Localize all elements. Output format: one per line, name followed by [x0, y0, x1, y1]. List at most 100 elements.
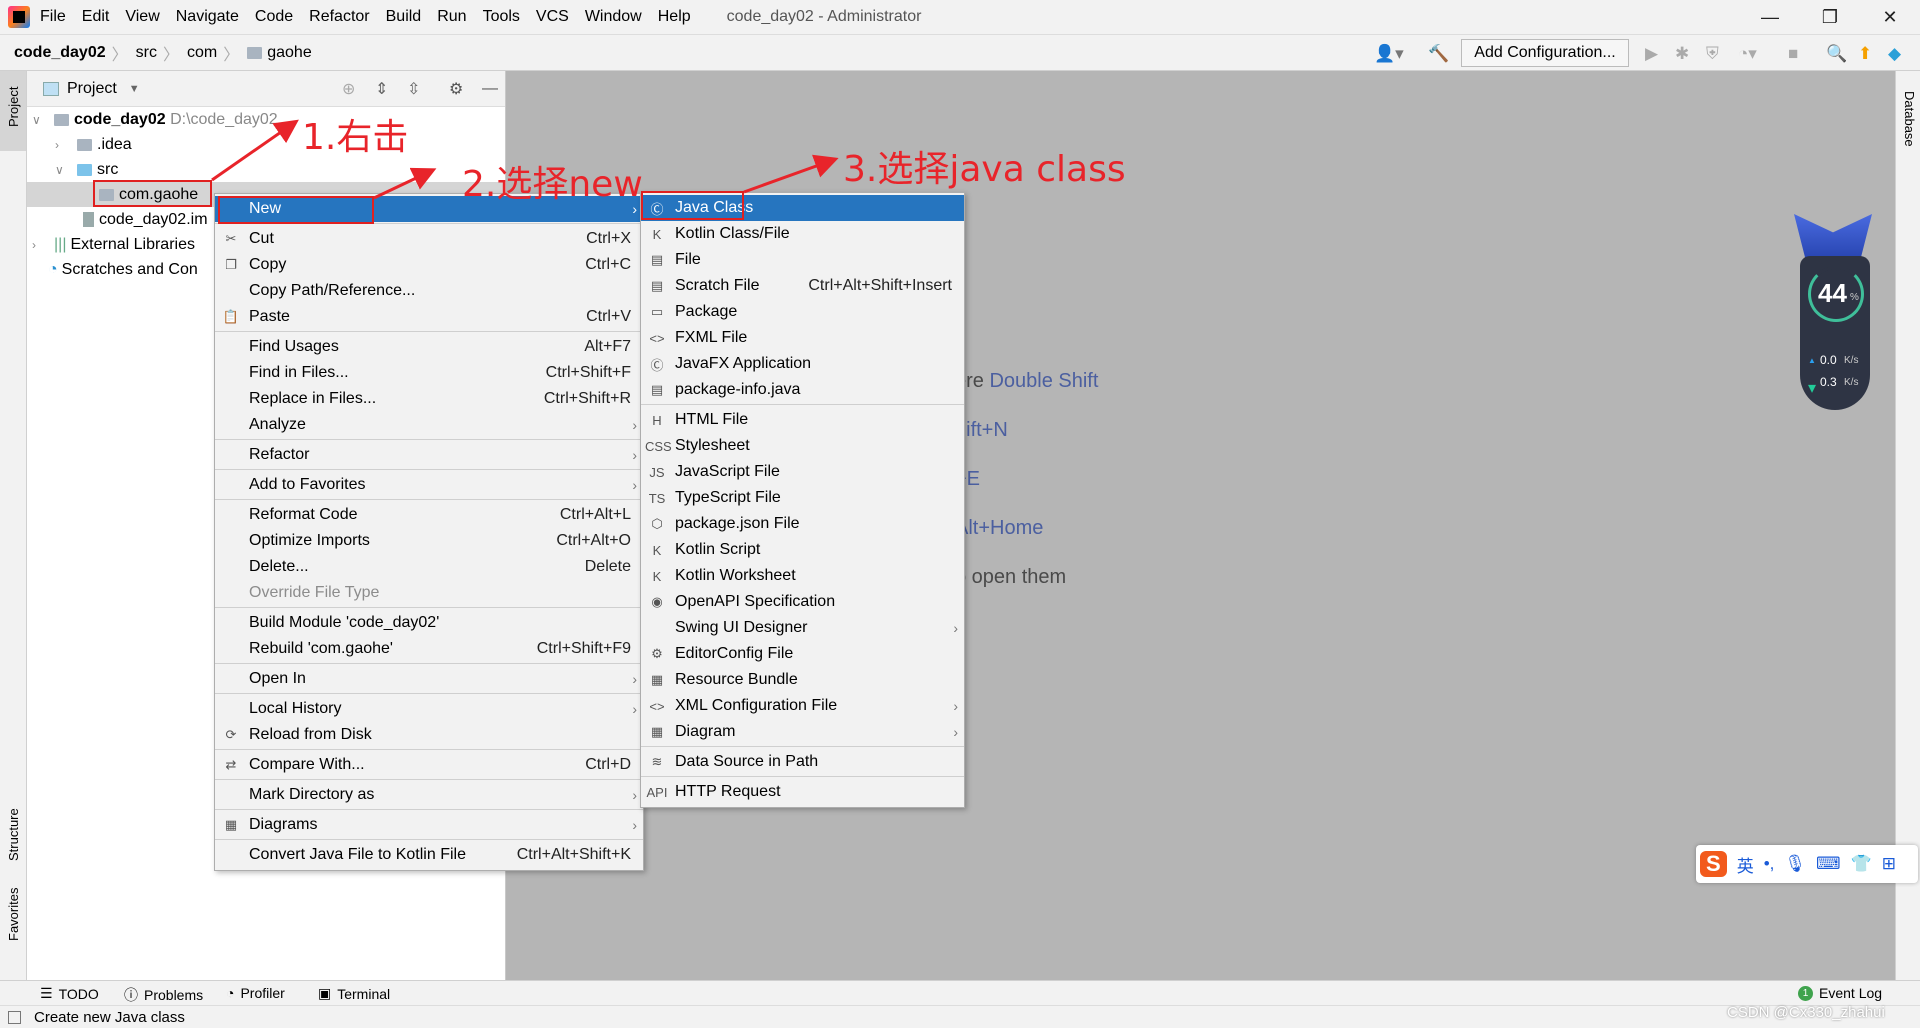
sogou-logo-icon: S [1700, 851, 1727, 877]
chevron-right-icon: › [632, 447, 637, 463]
xml-configuration-file-icon: <> [649, 698, 665, 714]
menu-item-label: Build Module 'code_day02' [249, 614, 440, 631]
menu-item-shortcut: Ctrl+Alt+O [556, 532, 631, 549]
compare-with-icon: ⇄ [225, 757, 237, 772]
menu-item-rebuild-com-gaohe[interactable]: Rebuild 'com.gaohe' Ctrl+Shift+F9 [215, 636, 643, 662]
menu-item-shortcut: Ctrl+Alt+L [559, 506, 631, 523]
menu-item-label: Delete... [249, 558, 309, 575]
menu-item-label: Analyze [249, 416, 306, 433]
menu-item-fxml-file[interactable]: <> FXML File [641, 325, 964, 351]
menu-item-diagram[interactable]: ▦ Diagram › [641, 719, 964, 745]
menu-item-replace-in-files[interactable]: Replace in Files... Ctrl+Shift+R [215, 386, 643, 412]
menu-item-label: JavaScript File [675, 463, 780, 480]
status-text: Create new Java class [34, 1008, 185, 1026]
menu-item-swing-ui-designer[interactable]: Swing UI Designer › [641, 615, 964, 641]
keyboard-icon[interactable]: ⌨ [1816, 854, 1841, 874]
status-bar: Create new Java class [0, 1005, 1920, 1028]
menu-item-find-usages[interactable]: Find Usages Alt+F7 [215, 334, 643, 360]
menu-item-label: Replace in Files... [249, 390, 377, 407]
chevron-right-icon: › [632, 817, 637, 833]
menu-item-package[interactable]: ▭ Package [641, 299, 964, 325]
menu-item-label: package.json File [675, 515, 800, 532]
paste-icon: 📋 [222, 309, 240, 324]
menu-item-label: Paste [249, 308, 290, 325]
menu-item-typescript-file[interactable]: TS TypeScript File [641, 485, 964, 511]
menu-item-label: TypeScript File [675, 489, 781, 506]
editor-hint: Alt+Home [955, 517, 1043, 540]
menu-item-paste[interactable]: 📋 Paste Ctrl+V [215, 304, 643, 330]
skin-icon[interactable]: 👕 [1851, 854, 1872, 874]
menu-item-label: package-info.java [675, 381, 801, 398]
menu-item-shortcut: Ctrl+Shift+F [545, 364, 631, 381]
menu-item-html-file[interactable]: H HTML File [641, 407, 964, 433]
menu-separator [215, 809, 643, 810]
menu-item-data-source-in-path[interactable]: ≋ Data Source in Path [641, 749, 964, 775]
problems-tab[interactable]: ⓘ Problems [124, 985, 203, 1005]
menu-separator [215, 439, 643, 440]
menu-item-label: Override File Type [249, 584, 380, 601]
menu-item-convert-java-file-to-kotlin-file[interactable]: Convert Java File to Kotlin File Ctrl+Alt… [215, 842, 643, 868]
menu-item-kotlin-worksheet[interactable]: K Kotlin Worksheet [641, 563, 964, 589]
menu-item-label: Diagram [675, 723, 736, 740]
menu-item-reload-from-disk[interactable]: ⟳ Reload from Disk [215, 722, 643, 748]
package-icon: ▭ [650, 304, 664, 319]
status-toggle-icon[interactable] [8, 1010, 21, 1024]
terminal-tab[interactable]: ▣ Terminal [318, 985, 390, 1002]
menu-item-optimize-imports[interactable]: Optimize Imports Ctrl+Alt+O [215, 528, 643, 554]
menu-item-package-info-java[interactable]: ▤ package-info.java [641, 377, 964, 403]
hint-shortcut: Double Shift [989, 370, 1099, 392]
menu-item-stylesheet[interactable]: CSS Stylesheet [641, 433, 964, 459]
menu-item-label: Find in Files... [249, 364, 349, 381]
structure-tool-tab[interactable]: Structure [6, 808, 21, 861]
profiler-tab[interactable]: ◔ Profiler [226, 985, 285, 1001]
menu-item-label: Rebuild 'com.gaohe' [249, 640, 393, 657]
microphone-icon[interactable]: 🎙 [1784, 854, 1806, 874]
menu-item-build-module-code-day02[interactable]: Build Module 'code_day02' [215, 610, 643, 636]
menu-item-local-history[interactable]: Local History › [215, 696, 643, 722]
menu-item-javascript-file[interactable]: JS JavaScript File [641, 459, 964, 485]
annotation-step2: 2.选择new [462, 164, 643, 205]
menu-separator [215, 499, 643, 500]
menu-item-xml-configuration-file[interactable]: <> XML Configuration File › [641, 693, 964, 719]
menu-item-mark-directory-as[interactable]: Mark Directory as › [215, 782, 643, 808]
menu-item-javafx-application[interactable]: Ⓒ JavaFX Application [641, 351, 964, 377]
menu-item-find-in-files[interactable]: Find in Files... Ctrl+Shift+F [215, 360, 643, 386]
menu-item-open-in[interactable]: Open In › [215, 666, 643, 692]
event-log-tab[interactable]: 1 Event Log [1798, 985, 1882, 1001]
menu-item-label: OpenAPI Specification [675, 593, 836, 610]
menu-item-openapi-specification[interactable]: ◉ OpenAPI Specification [641, 589, 964, 615]
reload-from-disk-icon: ⟳ [225, 727, 237, 742]
menu-item-compare-with[interactable]: ⇄ Compare With... Ctrl+D [215, 752, 643, 778]
menu-item-refactor[interactable]: Refactor › [215, 442, 643, 468]
menu-item-resource-bundle[interactable]: ▦ Resource Bundle [641, 667, 964, 693]
ime-language-toggle[interactable]: 英 [1737, 852, 1754, 877]
favorites-tool-tab[interactable]: Favorites [6, 888, 21, 941]
ime-toolbar: S 英 •, 🎙 ⌨ 👕 ⊞ [1696, 845, 1918, 883]
watermark: CSDN @Cx330_zhahui [1727, 1004, 1885, 1021]
menu-item-shortcut: Ctrl+V [586, 308, 631, 325]
stylesheet-icon: CSS [645, 438, 672, 454]
menu-item-add-to-favorites[interactable]: Add to Favorites › [215, 472, 643, 498]
menu-item-package-json-file[interactable]: ⬡ package.json File [641, 511, 964, 537]
menu-item-kotlin-script[interactable]: K Kotlin Script [641, 537, 964, 563]
menu-item-override-file-type: Override File Type [215, 580, 643, 606]
menu-item-diagrams[interactable]: ▦ Diagrams › [215, 812, 643, 838]
menu-item-reformat-code[interactable]: Reformat Code Ctrl+Alt+L [215, 502, 643, 528]
openapi-specification-icon: ◉ [651, 594, 663, 609]
diagram-icon: ▦ [650, 724, 664, 739]
data-source-in-path-icon: ≋ [651, 754, 663, 769]
arrow-step3 [743, 154, 839, 194]
menu-item-editorconfig-file[interactable]: ⚙ EditorConfig File [641, 641, 964, 667]
apps-icon[interactable]: ⊞ [1882, 854, 1896, 874]
todo-tab[interactable]: ☰ TODO [40, 985, 99, 1002]
menu-separator [641, 776, 964, 777]
menu-item-delete[interactable]: Delete... Delete [215, 554, 643, 580]
menu-item-http-request[interactable]: API HTTP Request [641, 779, 964, 805]
menu-item-analyze[interactable]: Analyze › [215, 412, 643, 438]
chevron-right-icon: › [632, 671, 637, 687]
hint-shortcut: Alt+Home [955, 517, 1044, 539]
upload-speed: 0.0 [1820, 353, 1837, 367]
kotlin-script-icon: K [652, 542, 662, 558]
kotlin-worksheet-icon: K [652, 568, 662, 584]
ime-punctuation-toggle[interactable]: •, [1764, 854, 1775, 874]
